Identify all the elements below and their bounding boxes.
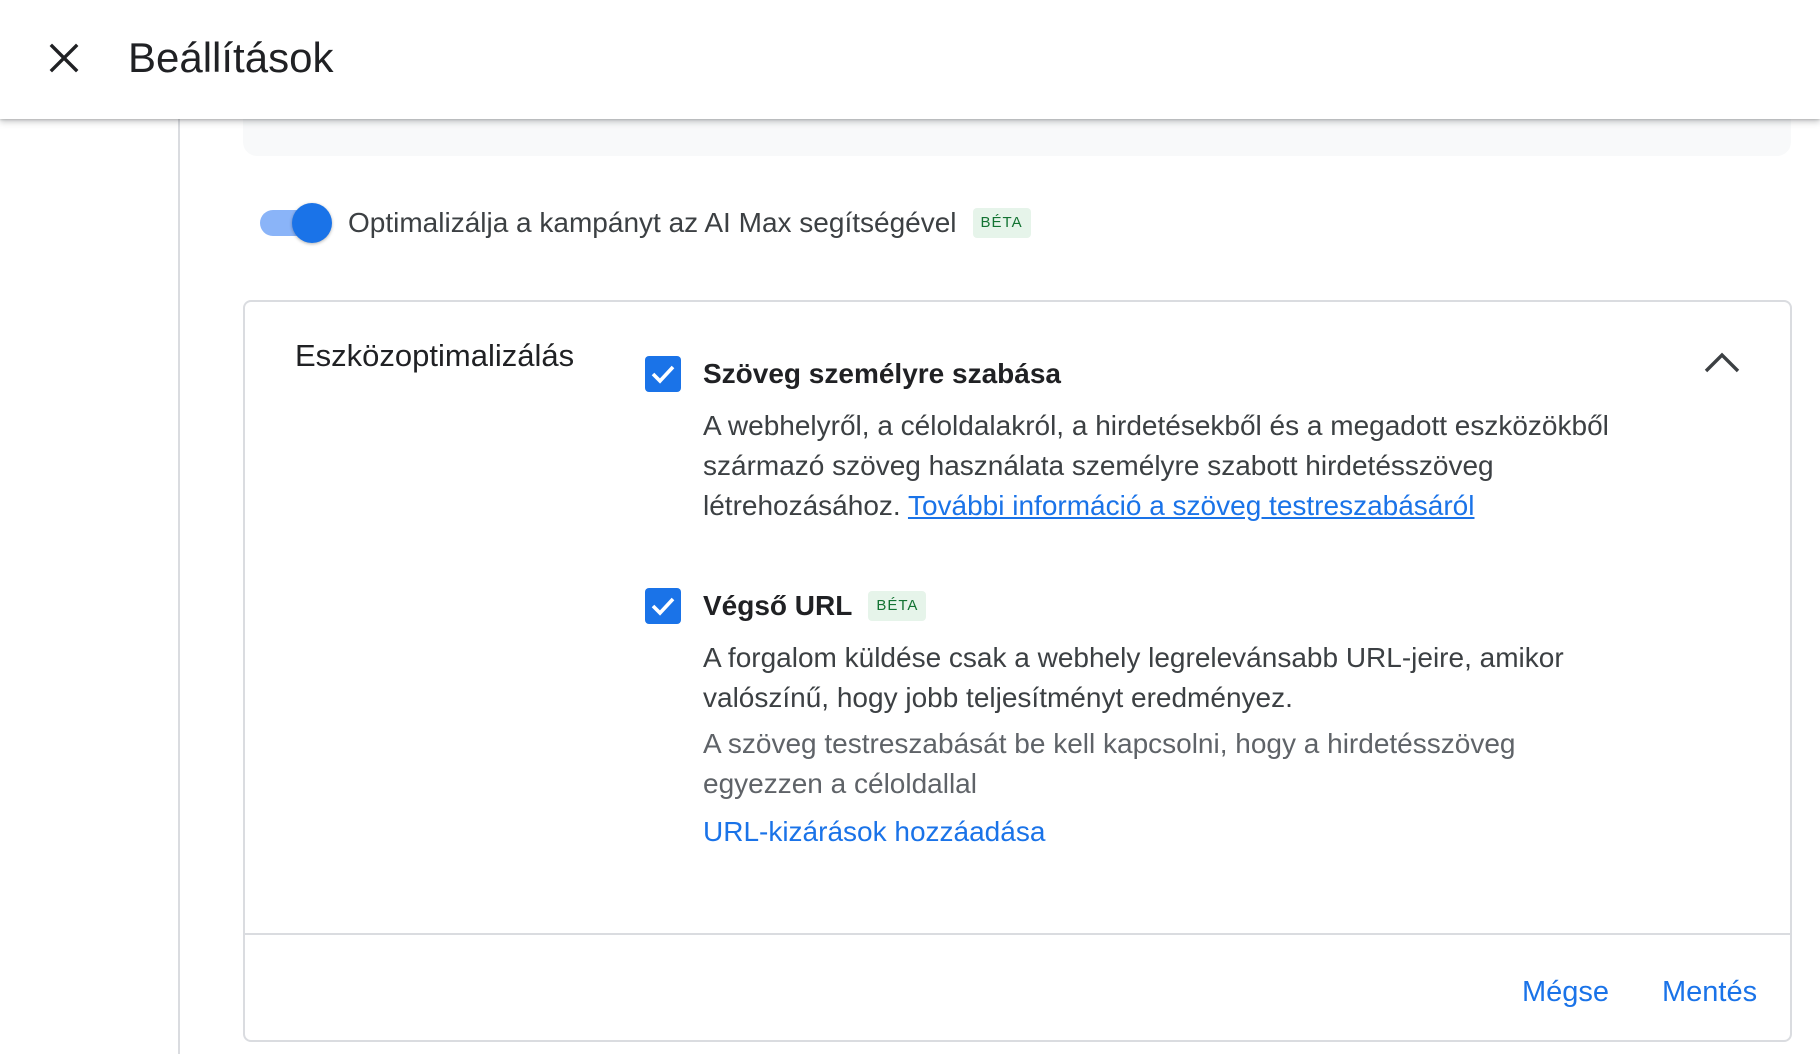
check-icon xyxy=(651,597,675,616)
text-customization-description: A webhelyről, a céloldalakról, a hirdeté… xyxy=(703,406,1663,526)
close-icon[interactable] xyxy=(36,30,92,86)
check-icon xyxy=(651,365,675,384)
final-url-checkbox[interactable] xyxy=(645,588,681,624)
learn-more-link[interactable]: További információ a szöveg testreszabás… xyxy=(908,490,1475,521)
ai-max-toggle-label: Optimalizálja a kampányt az AI Max segít… xyxy=(348,207,957,238)
chevron-up-icon[interactable] xyxy=(1698,338,1746,386)
description-line: A webhelyről, a céloldalakról, a hirdeté… xyxy=(703,410,1609,441)
asset-optimization-card: Eszközoptimalizálás Szöveg személyre sza… xyxy=(243,300,1792,1042)
left-rail-divider xyxy=(178,119,180,1054)
save-button[interactable]: Mentés xyxy=(1662,970,1757,1014)
description-line: származó szöveg használata személyre sza… xyxy=(703,450,1494,481)
text-customization-title: Szöveg személyre szabása xyxy=(703,358,1061,389)
description-line: létrehozásához. További információ a szö… xyxy=(703,486,1663,526)
note-line: A szöveg testreszabását be kell kapcsoln… xyxy=(703,728,1516,759)
final-url-description: A forgalom küldése csak a webhely legrel… xyxy=(703,638,1663,718)
description-line: A forgalom küldése csak a webhely legrel… xyxy=(703,642,1564,673)
ai-max-toggle[interactable] xyxy=(258,200,332,246)
add-url-exclusions-link[interactable]: URL-kizárások hozzáadása xyxy=(703,816,1045,848)
beta-badge: BÉTA xyxy=(868,591,927,621)
final-url-note: A szöveg testreszabását be kell kapcsoln… xyxy=(703,724,1663,804)
top-app-bar: Beállítások xyxy=(0,0,1820,119)
toggle-thumb xyxy=(292,203,332,243)
beta-badge: BÉTA xyxy=(972,208,1031,238)
cancel-button[interactable]: Mégse xyxy=(1522,970,1609,1014)
section-title: Eszközoptimalizálás xyxy=(295,338,575,373)
page-title: Beállítások xyxy=(128,34,334,81)
text-customization-checkbox[interactable] xyxy=(645,356,681,392)
description-line: valószínű, hogy jobb teljesítményt eredm… xyxy=(703,682,1293,713)
footer-divider xyxy=(245,933,1790,935)
note-line: egyezzen a céloldallal xyxy=(703,768,977,799)
ai-max-toggle-row: Optimalizálja a kampányt az AI Max segít… xyxy=(258,200,1031,246)
description-line-text: létrehozásához. xyxy=(703,490,901,521)
final-url-title: Végső URL BÉTA xyxy=(703,588,927,624)
final-url-title-text: Végső URL xyxy=(703,590,853,621)
